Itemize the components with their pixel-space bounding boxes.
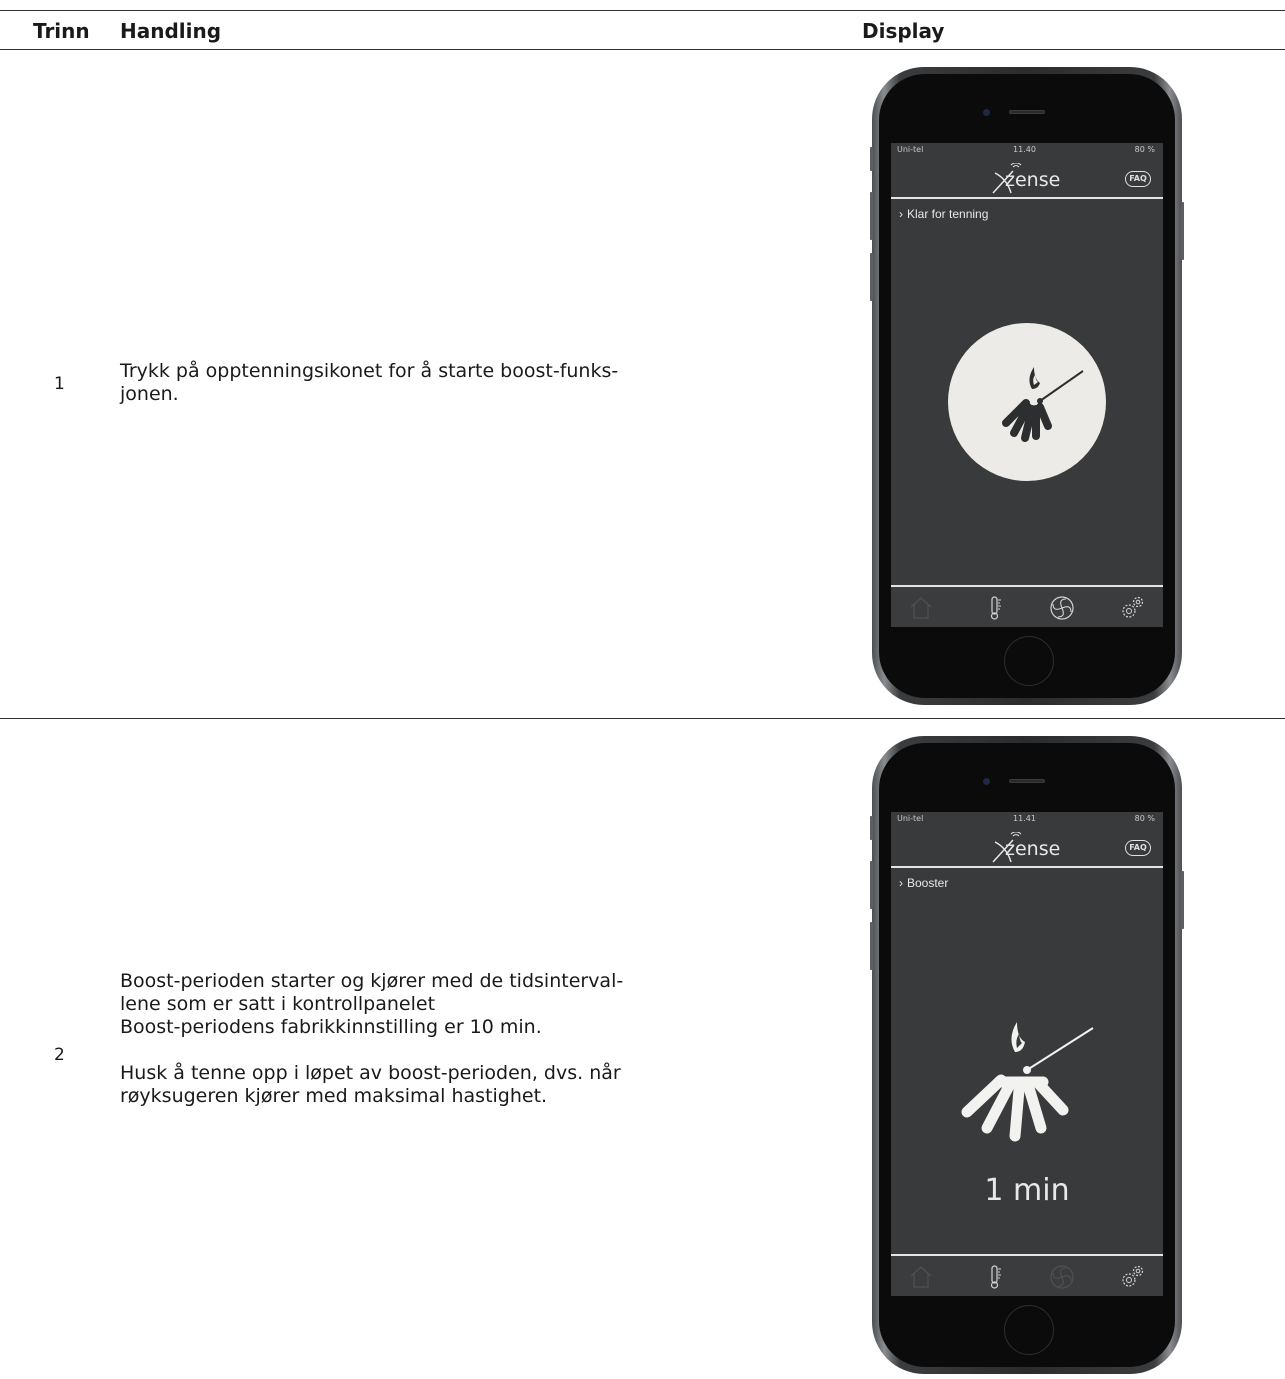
- chevron-right-icon: ›: [899, 876, 903, 890]
- nav-divider: [891, 197, 1163, 199]
- ignition-button[interactable]: [948, 323, 1106, 481]
- fan-icon: [1050, 1265, 1074, 1289]
- tab-home[interactable]: [908, 595, 934, 621]
- home-button[interactable]: [1004, 636, 1054, 686]
- fire-ignition-icon: [961, 1022, 1094, 1142]
- fire-ignition-icon: [1002, 367, 1084, 442]
- status-crumb: › Booster: [899, 876, 948, 890]
- status-time: 11.41: [1013, 814, 1036, 823]
- crumb-label: Booster: [907, 876, 949, 890]
- boost-timer: 1 min: [984, 1173, 1070, 1208]
- status-time: 11.40: [1013, 145, 1036, 154]
- cropped-heading: [18, 0, 128, 8]
- settings-gears-icon: [1122, 596, 1144, 618]
- tab-fan[interactable]: [1049, 595, 1075, 621]
- faq-button[interactable]: FAQ: [1125, 171, 1151, 187]
- phone-mockup-1: Uni-tel 11.40 80 % zense FAQ › Klar for t…: [870, 67, 1184, 705]
- tab-bar: [891, 1256, 1163, 1296]
- phone-mockup-2: Uni-tel 11.41 80 % zense FAQ › Booster 1…: [870, 736, 1184, 1374]
- step-number-2: 2: [54, 1045, 65, 1065]
- header-trinn: Trinn: [33, 19, 90, 43]
- status-crumb: › Klar for tenning: [899, 207, 988, 221]
- speaker-grille: [1009, 110, 1045, 114]
- carrier-label: Uni-tel: [897, 145, 924, 154]
- table-top-rule: [0, 10, 1285, 11]
- app-screen-1: Uni-tel 11.40 80 % zense FAQ › Klar for t…: [891, 143, 1163, 627]
- status-bar: Uni-tel 11.40 80 %: [891, 145, 1163, 159]
- faq-button[interactable]: FAQ: [1125, 840, 1151, 856]
- step-text-2: Boost-perioden starter og kjører med de …: [120, 970, 680, 1108]
- home-icon: [910, 597, 932, 619]
- step-2-instruction: Boost-perioden starter og kjører med de …: [120, 970, 624, 1038]
- battery-level: 80 %: [1134, 814, 1155, 823]
- home-button[interactable]: [1004, 1305, 1054, 1355]
- speaker-grille: [1009, 779, 1045, 783]
- xzense-logo: zense: [987, 163, 1077, 194]
- home-icon: [910, 1266, 932, 1288]
- fan-icon: [1050, 596, 1074, 620]
- header-handling: Handling: [120, 19, 222, 43]
- app-screen-2: Uni-tel 11.41 80 % zense FAQ › Booster 1…: [891, 812, 1163, 1296]
- tab-fan[interactable]: [1049, 1264, 1075, 1290]
- tab-home[interactable]: [908, 1264, 934, 1290]
- thermometer-icon: [990, 596, 1001, 620]
- tab-settings[interactable]: [1119, 1264, 1145, 1290]
- row-divider: [0, 718, 1285, 719]
- chevron-right-icon: ›: [899, 207, 903, 221]
- step-number-1: 1: [54, 374, 65, 394]
- crumb-label: Klar for tenning: [907, 207, 989, 221]
- tab-bar: [891, 587, 1163, 627]
- tab-temperature[interactable]: [982, 1264, 1008, 1290]
- camera-icon: [983, 109, 990, 116]
- logo-text: zense: [1005, 169, 1061, 191]
- step-2-reminder: Husk å tenne opp i løpet av boost-period…: [120, 1062, 621, 1107]
- camera-icon: [983, 778, 990, 785]
- thermometer-icon: [990, 1265, 1001, 1289]
- logo-text: zense: [1005, 838, 1061, 860]
- step-text-1: Trykk på opptenningsikonet for å starte …: [120, 360, 680, 406]
- step-1-instruction: Trykk på opptenningsikonet for å starte …: [120, 360, 619, 405]
- header-rule: [0, 49, 1285, 50]
- status-bar: Uni-tel 11.41 80 %: [891, 814, 1163, 828]
- tab-settings[interactable]: [1119, 595, 1145, 621]
- carrier-label: Uni-tel: [897, 814, 924, 823]
- xzense-logo: zense: [987, 832, 1077, 863]
- settings-gears-icon: [1122, 1265, 1144, 1287]
- tab-temperature[interactable]: [982, 595, 1008, 621]
- battery-level: 80 %: [1134, 145, 1155, 154]
- header-display: Display: [862, 19, 945, 43]
- nav-divider: [891, 866, 1163, 868]
